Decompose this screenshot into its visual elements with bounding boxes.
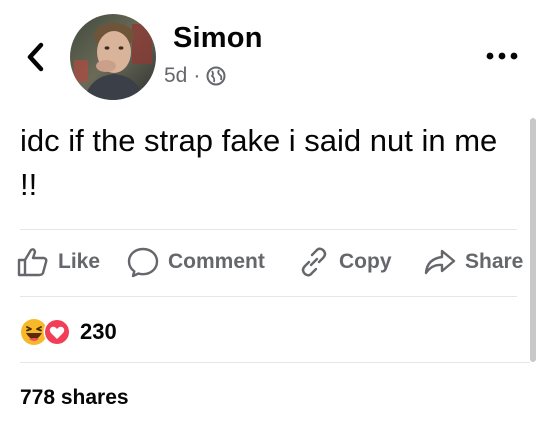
comment-bubble-icon — [127, 247, 159, 278]
chevron-left-icon — [27, 42, 44, 72]
divider — [20, 296, 517, 297]
scrollbar[interactable] — [530, 118, 536, 362]
comment-label: Comment — [168, 250, 265, 273]
more-options-button[interactable] — [484, 47, 524, 65]
post-detail-screen: Simon 5d · idc if the strap fake i said … — [0, 0, 540, 422]
like-label: Like — [58, 250, 101, 273]
like-button[interactable]: Like — [16, 246, 100, 278]
share-label: Share — [465, 250, 524, 273]
profile-photo — [70, 14, 156, 100]
divider — [20, 362, 530, 363]
meta-separator: · — [193, 64, 201, 87]
share-arrow-icon — [424, 249, 456, 275]
more-horizontal-icon — [486, 52, 518, 60]
shares-count[interactable]: 778 shares — [20, 386, 129, 410]
love-heart-icon — [43, 318, 71, 346]
link-icon — [301, 247, 327, 277]
thumbs-up-icon — [17, 248, 48, 277]
avatar[interactable] — [70, 14, 156, 100]
reaction-count: 230 — [80, 319, 117, 344]
reaction-icons — [20, 318, 76, 346]
author-name[interactable]: Simon — [173, 22, 263, 55]
share-button[interactable]: Share — [423, 246, 523, 278]
comment-button[interactable]: Comment — [126, 246, 265, 278]
globe-icon — [206, 66, 226, 86]
back-button[interactable] — [22, 40, 48, 74]
copy-button[interactable]: Copy — [297, 246, 392, 278]
reactions-summary[interactable]: 230 — [20, 318, 117, 346]
post-meta: 5d · — [164, 64, 226, 88]
divider — [20, 229, 517, 230]
post-timestamp[interactable]: 5d — [164, 64, 187, 88]
post-text: idc if the strap fake i said nut in me !… — [20, 123, 498, 202]
copy-label: Copy — [339, 250, 392, 273]
